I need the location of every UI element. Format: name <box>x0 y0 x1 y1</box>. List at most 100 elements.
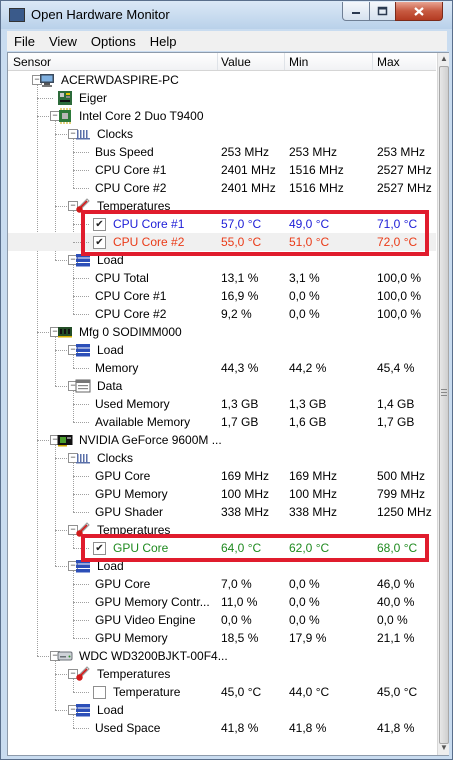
sensor-max: 45,4 % <box>377 361 415 375</box>
title-bar[interactable]: Open Hardware Monitor <box>1 1 452 29</box>
sensor-row[interactable]: CPU Core #2 9,2 % 0,0 % 100,0 % <box>8 305 436 323</box>
column-min[interactable]: Min <box>289 55 308 69</box>
thumb-grip <box>441 389 447 390</box>
tree-connector-line <box>73 728 89 729</box>
minimize-button[interactable] <box>342 2 370 21</box>
highlight-box <box>81 210 429 256</box>
sensor-row[interactable]: CPU Core #1 16,9 % 0,0 % 100,0 % <box>8 287 436 305</box>
vertical-scrollbar[interactable]: ▲ ▼ <box>437 53 449 755</box>
plot-checkbox[interactable] <box>93 686 106 699</box>
sensor-max: 100,0 % <box>377 289 422 303</box>
sensor-label: GPU Core <box>95 577 151 591</box>
sensor-max: 100,0 % <box>377 271 422 285</box>
menu-options[interactable]: Options <box>84 34 143 49</box>
sensor-label: GPU Core <box>95 469 151 483</box>
column-sensor[interactable]: Sensor <box>13 55 51 69</box>
sensor-value: 44,3 % <box>221 361 259 375</box>
sensor-label: CPU Core #2 <box>95 307 167 321</box>
sensor-row[interactable]: Available Memory 1,7 GB 1,6 GB 1,7 GB <box>8 413 436 431</box>
close-button[interactable] <box>395 2 443 21</box>
sensor-row[interactable]: GPU Core 169 MHz 169 MHz 500 MHz <box>8 467 436 485</box>
tree-node[interactable]: − WDC WD3200BJKT-00F4... <box>8 647 436 665</box>
sensor-value: 9,2 % <box>221 307 252 321</box>
sensor-value: 11,0 % <box>221 595 258 609</box>
tree-connector-line <box>73 422 89 423</box>
scroll-down-arrow-icon[interactable]: ▼ <box>440 743 448 752</box>
sensor-max: 2527 MHz <box>377 181 432 195</box>
sensor-label: GPU Memory Contr... <box>95 595 210 609</box>
gpu-icon <box>57 432 73 448</box>
maximize-button[interactable] <box>369 2 396 21</box>
sensor-row[interactable]: Memory 44,3 % 44,2 % 45,4 % <box>8 359 436 377</box>
sensor-row[interactable]: GPU Memory 100 MHz 100 MHz 799 MHz <box>8 485 436 503</box>
close-icon <box>414 6 424 16</box>
clock-icon <box>75 126 91 142</box>
sensor-row[interactable]: CPU Total 13,1 % 3,1 % 100,0 % <box>8 269 436 287</box>
scroll-up-arrow-icon[interactable]: ▲ <box>440 54 448 63</box>
sensor-label: WDC WD3200BJKT-00F4... <box>79 649 228 663</box>
column-divider[interactable] <box>284 53 285 70</box>
sensor-label: NVIDIA GeForce 9600M ... <box>79 433 222 447</box>
scrollbar-thumb[interactable] <box>439 66 449 744</box>
hdd-icon <box>57 648 73 664</box>
sensor-row[interactable]: Temperature 45,0 °C 44,0 °C 45,0 °C <box>8 683 436 701</box>
tree-node[interactable]: − Temperatures <box>8 665 436 683</box>
column-max[interactable]: Max <box>377 55 400 69</box>
column-divider[interactable] <box>372 53 373 70</box>
sensor-label: Used Memory <box>95 397 170 411</box>
tree-connector-line <box>73 188 89 189</box>
thermometer-icon <box>75 666 91 682</box>
sensor-row[interactable]: GPU Video Engine 0,0 % 0,0 % 0,0 % <box>8 611 436 629</box>
thumb-grip <box>441 392 447 393</box>
column-header: Sensor Value Min Max <box>8 53 436 71</box>
tree-node[interactable]: − Clocks <box>8 449 436 467</box>
column-value[interactable]: Value <box>221 55 251 69</box>
tree-node[interactable]: − Load <box>8 341 436 359</box>
sensor-row[interactable]: Used Space 41,8 % 41,8 % 41,8 % <box>8 719 436 737</box>
sensor-min: 1,6 GB <box>289 415 327 429</box>
sensor-row[interactable]: GPU Shader 338 MHz 338 MHz 1250 MHz <box>8 503 436 521</box>
tree-connector-line <box>73 638 89 639</box>
tree-node[interactable]: − Intel Core 2 Duo T9400 <box>8 107 436 125</box>
sensor-max: 1,4 GB <box>377 397 415 411</box>
tree-node[interactable]: − Data <box>8 377 436 395</box>
menu-help[interactable]: Help <box>143 34 184 49</box>
menu-view[interactable]: View <box>42 34 84 49</box>
sensor-label: Eiger <box>79 91 108 105</box>
column-divider[interactable] <box>217 53 218 70</box>
tree-node[interactable]: − Mfg 0 SODIMM000 <box>8 323 436 341</box>
tree-node[interactable]: − Load <box>8 701 436 719</box>
sensor-min: 17,9 % <box>289 631 327 645</box>
tree-connector-line <box>73 512 89 513</box>
sensor-max: 45,0 °C <box>377 685 418 699</box>
tree-node[interactable]: − Clocks <box>8 125 436 143</box>
tree-connector-line <box>73 170 89 171</box>
menu-file[interactable]: File <box>7 34 42 49</box>
sensor-min: 338 MHz <box>289 505 338 519</box>
tree-node[interactable]: − NVIDIA GeForce 9600M ... <box>8 431 436 449</box>
tree-connector-line <box>73 476 89 477</box>
tree-node[interactable]: − ACERWDASPIRE-PC <box>8 71 436 89</box>
sensor-row[interactable]: Eiger <box>8 89 436 107</box>
sensor-label: CPU Core #1 <box>95 163 167 177</box>
sensor-rows: − ACERWDASPIRE-PC Eiger − Intel Core 2 Duo T… <box>8 71 436 755</box>
sensor-row[interactable]: Bus Speed 253 MHz 253 MHz 253 MHz <box>8 143 436 161</box>
sensor-row[interactable]: GPU Core 7,0 % 0,0 % 46,0 % <box>8 575 436 593</box>
sensor-value: 338 MHz <box>221 505 270 519</box>
sensor-row[interactable]: CPU Core #1 2401 MHz 1516 MHz 2527 MHz <box>8 161 436 179</box>
sensor-value: 253 MHz <box>221 145 270 159</box>
sensor-value: 1,3 GB <box>221 397 259 411</box>
sensor-max: 799 MHz <box>377 487 426 501</box>
sensor-row[interactable]: CPU Core #2 2401 MHz 1516 MHz 2527 MHz <box>8 179 436 197</box>
sensor-min: 1516 MHz <box>289 163 344 177</box>
sensor-label: Clocks <box>97 127 134 141</box>
sensor-label: Data <box>97 379 123 393</box>
sensor-label: Bus Speed <box>95 145 154 159</box>
sensor-row[interactable]: GPU Memory Contr... 11,0 % 0,0 % 40,0 % <box>8 593 436 611</box>
sensor-row[interactable]: GPU Memory 18,5 % 17,9 % 21,1 % <box>8 629 436 647</box>
sensor-row[interactable]: Used Memory 1,3 GB 1,3 GB 1,4 GB <box>8 395 436 413</box>
sensor-label: Temperatures <box>97 667 171 681</box>
sensor-value: 45,0 °C <box>221 685 262 699</box>
sensor-label: CPU Core #1 <box>95 289 167 303</box>
sensor-min: 1,3 GB <box>289 397 327 411</box>
